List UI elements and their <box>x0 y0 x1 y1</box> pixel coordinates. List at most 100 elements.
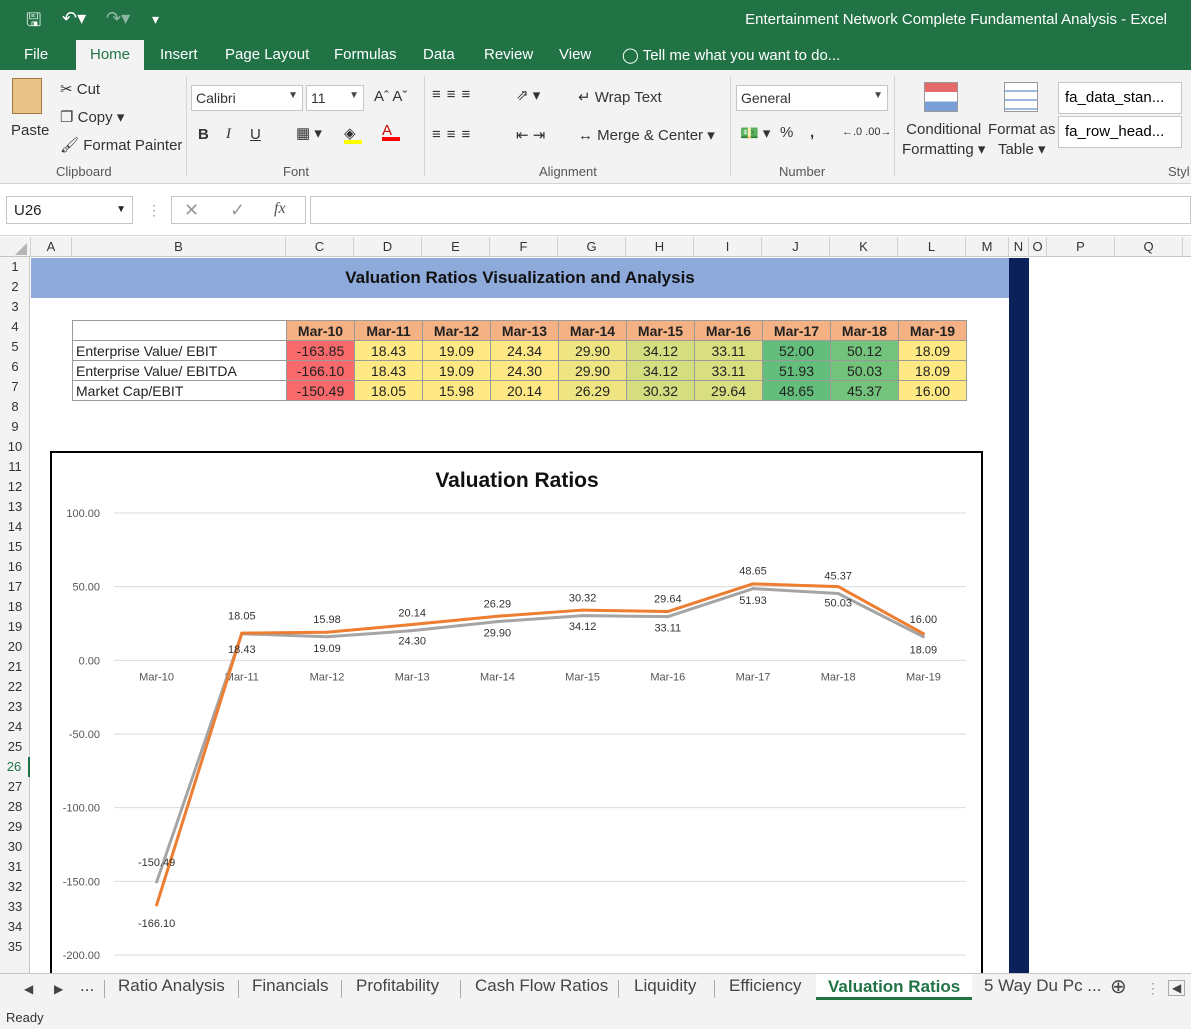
tab-page-layout[interactable]: Page Layout <box>225 46 309 63</box>
tab-insert[interactable]: Insert <box>160 46 198 63</box>
sheet-tab-cash-flow-ratios[interactable]: Cash Flow Ratios <box>475 976 608 996</box>
row-header[interactable]: 16 <box>0 557 30 577</box>
value-cell[interactable]: 33.11 <box>694 340 763 361</box>
valuation-chart[interactable]: Valuation Ratios 100.00 50.00 0.00 -50.00 -10… <box>50 451 983 981</box>
row-header[interactable]: 9 <box>0 417 30 437</box>
format-as-table-button[interactable]: Format as Table ▾ <box>988 120 1056 160</box>
row-header[interactable]: 5 <box>0 337 30 357</box>
table-corner-cell[interactable] <box>72 320 287 341</box>
sheet-tab-efficiency[interactable]: Efficiency <box>729 976 801 996</box>
value-cell[interactable]: 51.93 <box>762 360 831 381</box>
tell-me-search[interactable]: ◯ Tell me what you want to do... <box>622 46 840 64</box>
bold-button[interactable]: B <box>198 126 209 143</box>
comma-button[interactable]: , <box>810 124 814 141</box>
sheet-tab-more[interactable]: ... <box>80 976 94 996</box>
row-header[interactable]: 15 <box>0 537 30 557</box>
row-header[interactable]: 28 <box>0 797 30 817</box>
tab-review[interactable]: Review <box>484 46 533 63</box>
row-header[interactable]: 25 <box>0 737 30 757</box>
sheet-tab-profitability[interactable]: Profitability <box>356 976 439 996</box>
value-cell[interactable]: 34.12 <box>626 360 695 381</box>
copy-button[interactable]: ❐ Copy ▾ <box>60 108 124 126</box>
customize-qat-icon[interactable]: ▾ <box>152 11 159 28</box>
italic-button[interactable]: I <box>226 126 231 143</box>
row-header[interactable]: 29 <box>0 817 30 837</box>
borders-icon[interactable]: ▦ ▾ <box>296 124 322 142</box>
table-header-cell[interactable]: Mar-11 <box>354 320 423 341</box>
sheet-tab-financials[interactable]: Financials <box>252 976 329 996</box>
value-cell[interactable]: 18.43 <box>354 340 423 361</box>
row-header[interactable]: 23 <box>0 697 30 717</box>
col-header[interactable]: G <box>558 237 626 257</box>
row-header[interactable]: 4 <box>0 317 30 337</box>
row-header[interactable]: 14 <box>0 517 30 537</box>
row-header[interactable]: 32 <box>0 877 30 897</box>
value-cell[interactable]: 50.12 <box>830 340 899 361</box>
row-header[interactable]: 11 <box>0 457 30 477</box>
hscroll-left-icon[interactable]: ◀ <box>1168 980 1186 996</box>
row-header[interactable]: 35 <box>0 937 30 957</box>
table-header-cell[interactable]: Mar-13 <box>490 320 559 341</box>
table-header-cell[interactable]: Mar-10 <box>286 320 355 341</box>
row-label-cell[interactable]: Market Cap/EBIT <box>72 380 287 401</box>
value-cell[interactable]: 26.29 <box>558 380 627 401</box>
row-header[interactable]: 10 <box>0 437 30 457</box>
underline-button[interactable]: U <box>250 126 261 143</box>
name-box[interactable]: U26 ▼ <box>6 196 133 224</box>
conditional-formatting-button[interactable]: Conditional Formatting ▾ <box>902 120 985 160</box>
number-format-combo[interactable]: General ▼ <box>736 85 888 111</box>
value-cell[interactable]: 20.14 <box>490 380 559 401</box>
row-header[interactable]: 2 <box>0 277 30 297</box>
row-header[interactable]: 21 <box>0 657 30 677</box>
row-header[interactable]: 6 <box>0 357 30 377</box>
grow-font-icon[interactable]: Aˆ Aˇ <box>374 88 407 105</box>
value-cell[interactable]: 24.34 <box>490 340 559 361</box>
row-header[interactable]: 33 <box>0 897 30 917</box>
table-header-cell[interactable]: Mar-12 <box>422 320 491 341</box>
col-header[interactable]: O <box>1029 237 1047 257</box>
col-header[interactable]: B <box>72 237 286 257</box>
sheet-tab-ratio-analysis[interactable]: Ratio Analysis <box>118 976 225 996</box>
vertical-align-icons[interactable]: ≡≡≡ <box>432 86 476 103</box>
row-header[interactable]: 30 <box>0 837 30 857</box>
row-header[interactable]: 12 <box>0 477 30 497</box>
value-cell[interactable]: 30.32 <box>626 380 695 401</box>
redo-icon[interactable]: ↷▾ <box>106 8 130 29</box>
paste-icon[interactable] <box>12 78 42 114</box>
row-header[interactable]: 7 <box>0 377 30 397</box>
merge-center-button[interactable]: ↔ Merge & Center ▾ <box>578 126 715 144</box>
value-cell[interactable]: 24.30 <box>490 360 559 381</box>
row-header[interactable]: 20 <box>0 637 30 657</box>
value-cell[interactable]: 48.65 <box>762 380 831 401</box>
value-cell[interactable]: 18.09 <box>898 360 967 381</box>
row-header[interactable]: 8 <box>0 397 30 417</box>
value-cell[interactable]: 34.12 <box>626 340 695 361</box>
formula-input[interactable] <box>310 196 1191 224</box>
row-header[interactable]: 17 <box>0 577 30 597</box>
value-cell[interactable]: 19.09 <box>422 340 491 361</box>
col-header[interactable]: J <box>762 237 830 257</box>
wrap-text-button[interactable]: ↵ Wrap Text <box>578 88 662 106</box>
value-cell[interactable]: 18.09 <box>898 340 967 361</box>
row-label-cell[interactable]: Enterprise Value/ EBITDA <box>72 360 287 381</box>
table-header-cell[interactable]: Mar-15 <box>626 320 695 341</box>
value-cell[interactable]: 29.90 <box>558 360 627 381</box>
horizontal-align-icons[interactable]: ≡≡≡ <box>432 126 476 143</box>
sheet-tab-valuation-ratios[interactable]: Valuation Ratios <box>816 974 973 1000</box>
scroll-right-icon[interactable]: ▶ <box>54 982 63 996</box>
value-cell[interactable]: 29.64 <box>694 380 763 401</box>
tab-home[interactable]: Home <box>76 40 145 70</box>
cut-button[interactable]: ✂ Cut <box>60 80 100 98</box>
tab-data[interactable]: Data <box>423 46 455 63</box>
row-header[interactable]: 3 <box>0 297 30 317</box>
fill-color-icon[interactable]: ◈ <box>344 124 362 144</box>
value-cell[interactable]: -150.49 <box>286 380 355 401</box>
insert-function-icon[interactable]: fx <box>274 200 286 218</box>
tab-formulas[interactable]: Formulas <box>334 46 397 63</box>
row-header[interactable]: 1 <box>0 257 30 277</box>
row-header[interactable]: 34 <box>0 917 30 937</box>
value-cell[interactable]: 18.43 <box>354 360 423 381</box>
paste-button[interactable]: Paste <box>11 122 49 139</box>
tab-file[interactable]: File <box>24 46 48 63</box>
col-header[interactable]: C <box>286 237 354 257</box>
